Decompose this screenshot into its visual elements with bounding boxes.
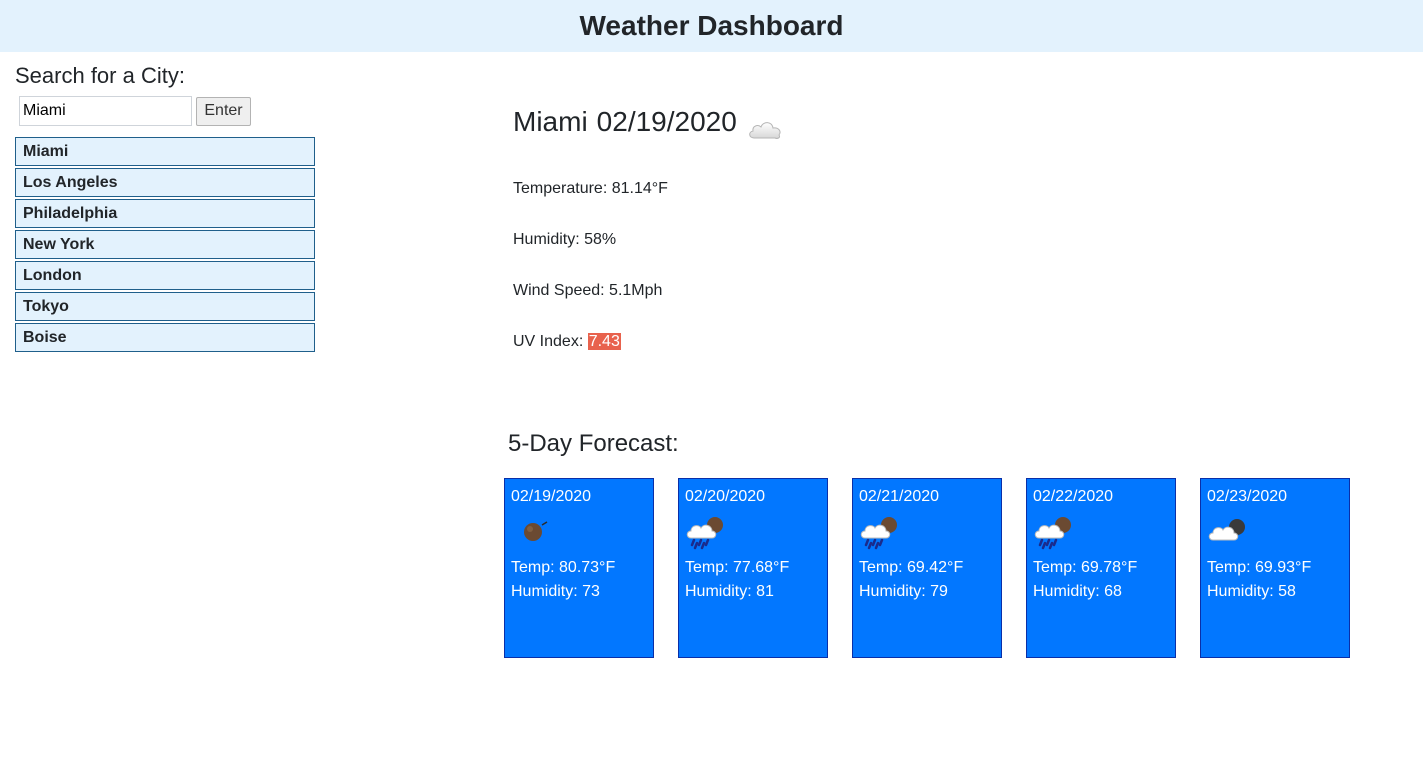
forecast-temp: Temp: 80.73°F [511,559,616,576]
forecast-temp: Temp: 77.68°F [685,559,790,576]
city-list: Miami Los Angeles Philadelphia New York … [15,137,315,352]
uv-label: UV Index: [513,333,588,350]
rain-cloud-icon [685,512,821,550]
search-row: Enter [19,96,315,126]
enter-button[interactable]: Enter [196,96,251,126]
forecast-cards: 02/19/2020 Temp: 80.73°F Humidity: 73 02… [504,478,1374,658]
page-title: Weather Dashboard [579,10,844,41]
current-city: Miami [513,106,588,137]
search-heading: Search for a City: [15,63,185,88]
forecast-date: 02/23/2020 [1207,488,1288,505]
forecast-humidity: Humidity: 73 [511,583,600,600]
forecast-temp: Temp: 69.78°F [1033,559,1138,576]
forecast-card: 02/19/2020 Temp: 80.73°F Humidity: 73 [504,478,654,658]
forecast-card: 02/20/2020 Temp: 77.68°F Humidity: 81 [678,478,828,658]
forecast-card: 02/21/2020 Temp: 69.42°F Humidity: 79 [852,478,1002,658]
sidebar: Search for a City: Enter Miami Los Angel… [15,62,315,354]
city-item-tokyo[interactable]: Tokyo [15,292,315,321]
current-temperature: Temperature: 81.14°F [513,180,668,197]
forecast-humidity: Humidity: 79 [859,583,948,600]
current-weather: Miami 02/19/2020 Temperature: 81.14°F Hum… [513,100,783,350]
forecast-date: 02/22/2020 [1033,488,1114,505]
dark-moon-icon [511,512,647,550]
forecast-card: 02/22/2020 Temp: 69.78°F Humidity: 68 [1026,478,1176,658]
header-bar: Weather Dashboard [0,0,1423,52]
forecast-temp: Temp: 69.93°F [1207,559,1312,576]
forecast-heading: 5-Day Forecast: [508,430,679,457]
city-item-miami[interactable]: Miami [15,137,315,166]
cloud-moon-icon [1207,512,1343,550]
current-humidity: Humidity: 58% [513,231,617,248]
city-item-boise[interactable]: Boise [15,323,315,352]
forecast-humidity: Humidity: 68 [1033,583,1122,600]
forecast-date: 02/19/2020 [511,488,592,505]
cloud-icon [747,110,783,139]
uv-badge: 7.43 [587,333,621,350]
city-item-london[interactable]: London [15,261,315,290]
current-uv-index: UV Index: 7.43 [513,333,621,351]
rain-cloud-icon [1033,512,1169,550]
current-date: 02/19/2020 [596,106,737,137]
forecast-date: 02/20/2020 [685,488,766,505]
rain-cloud-icon [859,512,995,550]
forecast-humidity: Humidity: 81 [685,583,774,600]
forecast-date: 02/21/2020 [859,488,940,505]
forecast-temp: Temp: 69.42°F [859,559,964,576]
current-wind-speed: Wind Speed: 5.1Mph [513,282,663,299]
search-input[interactable] [19,96,192,126]
city-item-los-angeles[interactable]: Los Angeles [15,168,315,197]
city-item-new-york[interactable]: New York [15,230,315,259]
current-title: Miami 02/19/2020 [513,100,783,144]
city-item-philadelphia[interactable]: Philadelphia [15,199,315,228]
forecast-humidity: Humidity: 58 [1207,583,1296,600]
forecast-card: 02/23/2020 Temp: 69.93°F Humidity: 58 [1200,478,1350,658]
